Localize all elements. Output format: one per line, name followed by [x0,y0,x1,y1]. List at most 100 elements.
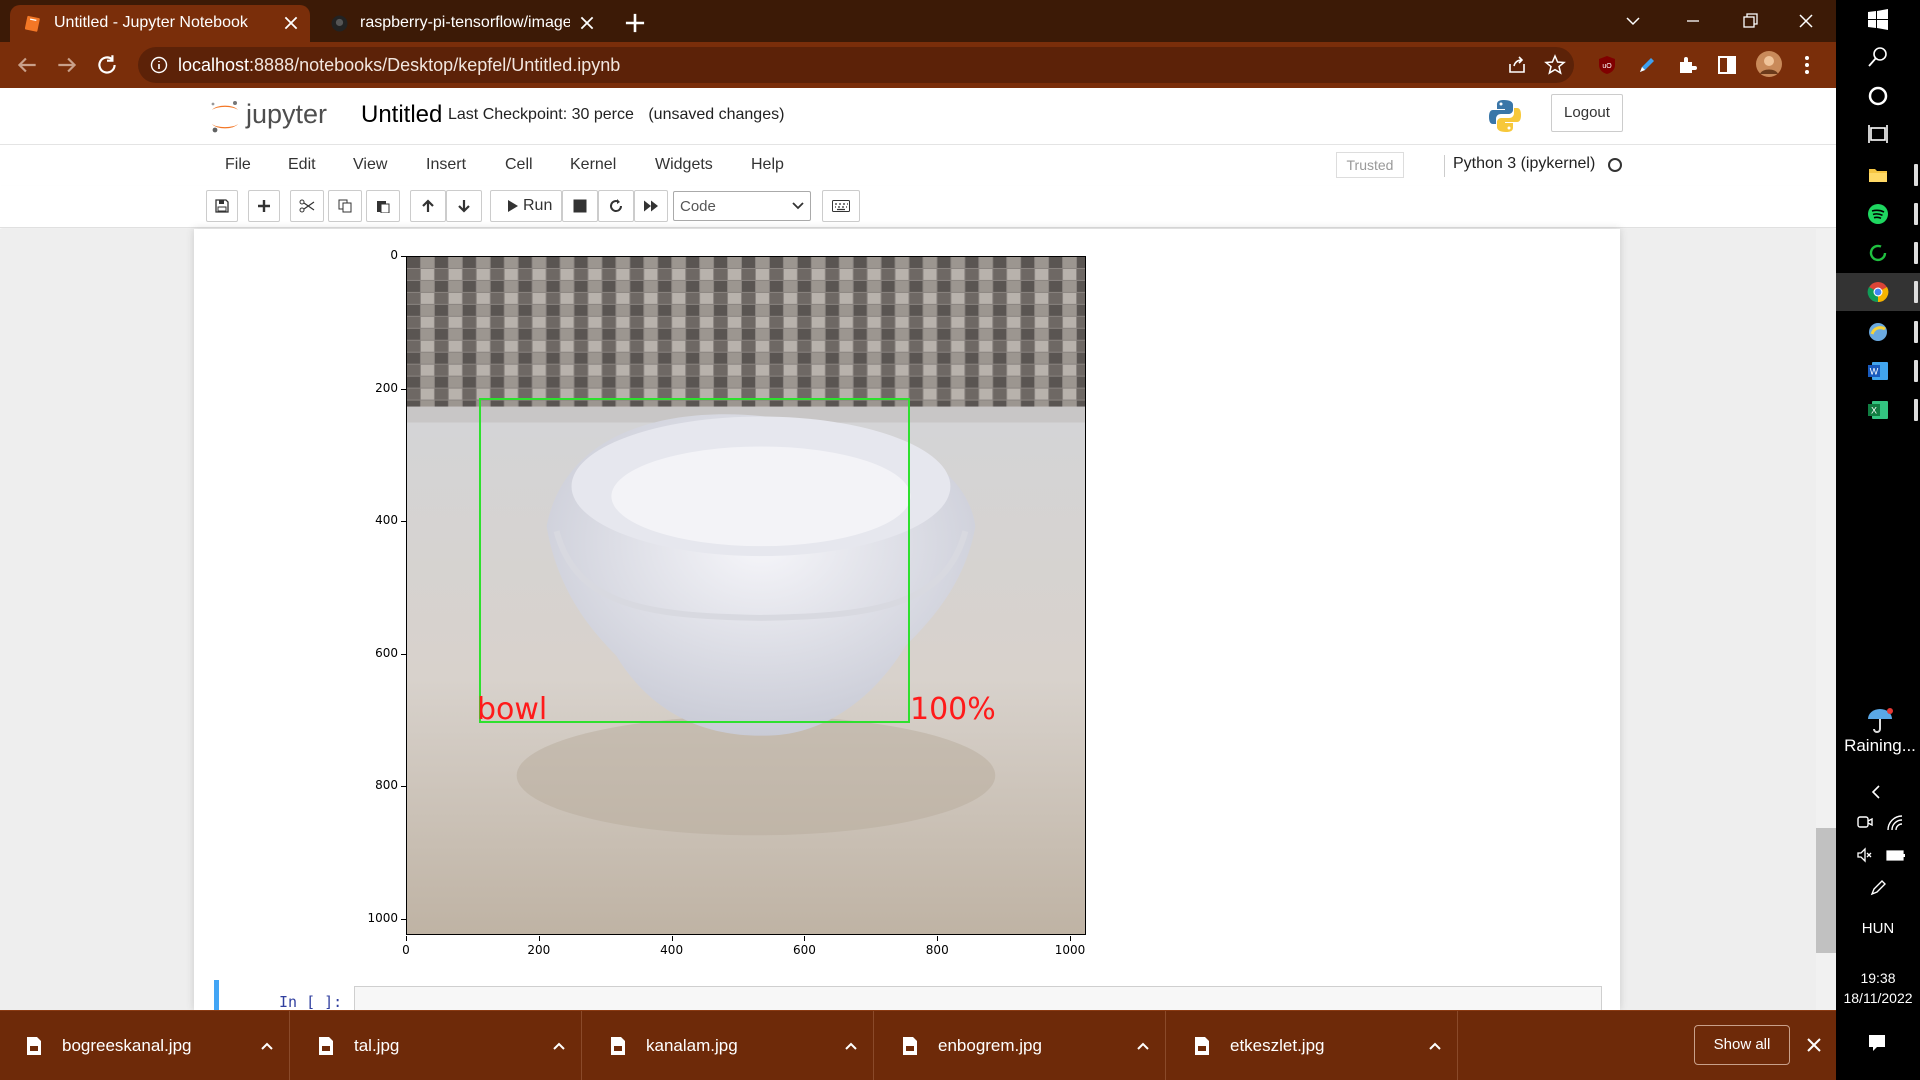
restart-run-all-button[interactable] [634,190,668,222]
move-down-button[interactable] [446,190,482,222]
arrow-up-icon [422,199,434,212]
download-item[interactable]: enbogrem.jpg [876,1011,1166,1080]
menu-help[interactable]: Help [751,156,784,174]
chevron-up-icon[interactable] [258,1037,276,1055]
menu-edit[interactable]: Edit [288,156,316,174]
spotify-icon[interactable] [1866,202,1890,226]
x-tick-label: 200 [527,943,551,957]
download-filename: bogreeskanal.jpg [62,1036,192,1055]
bookmark-star-icon[interactable] [1544,54,1566,76]
meet-now-icon[interactable] [1856,814,1874,832]
pen-extension-icon[interactable] [1636,54,1658,76]
trusted-indicator[interactable]: Trusted [1336,152,1404,178]
browser-menu-icon[interactable] [1796,54,1818,76]
notebook-title[interactable]: Untitled [361,101,442,129]
autosave-status: (unsaved changes) [648,106,785,123]
detection-class-label: bowl [477,692,548,727]
extensions-puzzle-icon[interactable] [1676,54,1698,76]
cortana-icon[interactable] [1866,84,1890,108]
clock-time: 19:38 [1860,970,1896,986]
download-item[interactable]: etkeszlet.jpg [1168,1011,1458,1080]
cell-type-select[interactable]: Code [673,191,811,221]
menu-file[interactable]: File [225,156,251,174]
run-button[interactable]: Run [490,190,562,222]
interrupt-button[interactable] [562,190,598,222]
y-tick-mark [401,653,406,655]
menu-insert[interactable]: Insert [426,156,466,174]
url-path: :8888/notebooks/Desktop/kepfel/Untitled.… [249,55,621,75]
ublock-origin-icon[interactable]: uO [1596,54,1618,76]
show-all-downloads-button[interactable]: Show all [1694,1025,1790,1065]
windows-start-icon[interactable] [1866,8,1890,32]
y-tick-mark [401,521,406,523]
detection-output-plot: bowl 100% 0 200 400 600 800 1000 0 200 400 600 80… [340,238,1100,970]
battery-icon[interactable] [1886,846,1906,864]
file-explorer-icon[interactable] [1866,163,1890,187]
close-tab-icon[interactable] [282,14,300,32]
restart-button[interactable] [598,190,634,222]
chrome-taskbar-item[interactable] [1836,273,1920,311]
menu-widgets[interactable]: Widgets [655,156,713,174]
python-logo-icon [1487,98,1523,134]
file-icon [903,1037,917,1055]
search-icon[interactable] [1866,45,1890,69]
scrollbar-thumb[interactable] [1816,828,1836,953]
x-tick-mark [538,936,540,941]
menu-view[interactable]: View [353,156,387,174]
chevron-up-icon[interactable] [550,1037,568,1055]
tab-github[interactable]: raspberry-pi-tensorflow/image_d [316,5,606,42]
weather-text[interactable]: Raining... [1840,736,1920,756]
weather-rain-icon[interactable] [1864,705,1896,735]
forward-arrow-icon[interactable] [54,52,80,78]
insert-cell-button[interactable] [248,190,280,222]
input-language[interactable]: HUN [1836,920,1920,937]
word-icon[interactable]: W [1866,359,1890,383]
menu-cell[interactable]: Cell [505,156,533,174]
x-tick-label: 400 [660,943,684,957]
show-hidden-icons-chevron[interactable] [1866,782,1886,802]
volume-muted-icon[interactable] [1856,846,1874,864]
tab-jupyter-notebook[interactable]: Untitled - Jupyter Notebook [10,5,310,42]
command-palette-button[interactable] [822,190,860,222]
new-tab-icon[interactable] [622,10,648,36]
notifications-icon[interactable] [1866,1032,1888,1054]
excel-icon[interactable]: X [1866,398,1890,422]
kernel-name[interactable]: Python 3 (ipykernel) [1444,155,1595,177]
chevron-up-icon[interactable] [842,1037,860,1055]
chevron-up-icon[interactable] [1426,1037,1444,1055]
logout-button[interactable]: Logout [1551,94,1623,132]
chevron-up-icon[interactable] [1134,1037,1152,1055]
restore-icon[interactable] [1726,4,1772,38]
paste-button[interactable] [366,190,400,222]
python-idle-icon[interactable] [1866,320,1890,344]
cut-button[interactable] [290,190,324,222]
clock[interactable]: 19:38 18/11/2022 [1836,968,1920,1008]
reload-icon[interactable] [94,52,120,78]
wifi-icon[interactable] [1886,814,1904,832]
save-button[interactable] [206,190,238,222]
copy-button[interactable] [328,190,362,222]
close-tab-icon[interactable] [578,14,596,32]
task-view-icon[interactable] [1866,122,1890,146]
tab-search-chevron-icon[interactable] [1610,4,1656,38]
pen-workspace-icon[interactable] [1868,878,1888,898]
back-arrow-icon[interactable] [14,52,40,78]
keyboard-icon [832,200,850,212]
address-bar[interactable]: localhost:8888/notebooks/Desktop/kepfel/… [138,47,1574,83]
download-item[interactable]: bogreeskanal.jpg [0,1011,290,1080]
share-icon[interactable] [1506,54,1528,76]
site-info-icon[interactable] [150,56,168,74]
close-downloads-icon[interactable] [1804,1035,1824,1055]
copy-icon [338,199,352,213]
side-panel-icon[interactable] [1716,54,1738,76]
download-item[interactable]: tal.jpg [292,1011,582,1080]
menu-kernel[interactable]: Kernel [570,156,616,174]
minimize-icon[interactable] [1670,4,1716,38]
download-filename: tal.jpg [354,1036,400,1055]
move-up-button[interactable] [410,190,446,222]
download-item[interactable]: kanalam.jpg [584,1011,874,1080]
jupyter-logo[interactable]: jupyter [208,96,348,136]
profile-avatar-icon[interactable] [1755,50,1783,78]
close-window-icon[interactable] [1783,4,1829,38]
refresh-app-icon[interactable] [1866,241,1890,265]
